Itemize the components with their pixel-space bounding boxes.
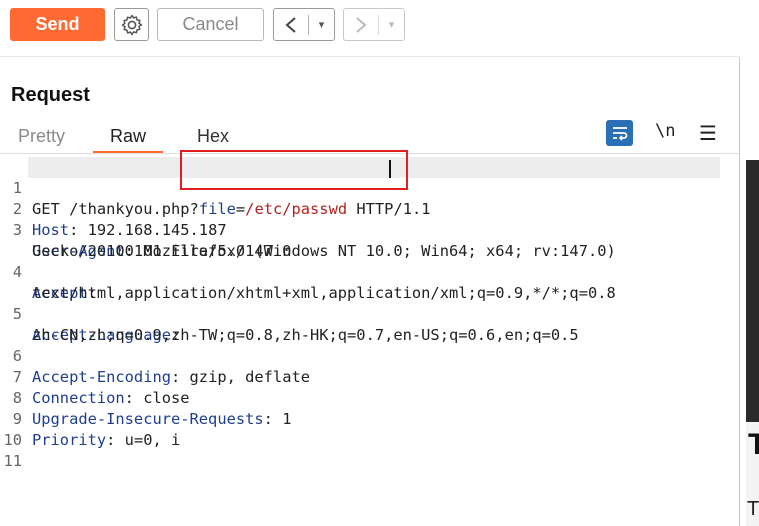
panel-splitter[interactable] (739, 57, 740, 526)
show-newlines-toggle[interactable]: \n (655, 121, 675, 141)
send-button[interactable]: Send (10, 8, 105, 41)
editor-line: 11 (0, 430, 739, 470)
editor-line: 4 Accept: (0, 241, 739, 302)
editor-line-wrapped: Gecko/20100101 Firefox/147.0 (0, 220, 739, 260)
cancel-button[interactable]: Cancel (157, 8, 264, 41)
menu-icon[interactable]: ☰ (699, 121, 717, 146)
back-history-dropdown[interactable]: ▾ (309, 18, 334, 31)
chevron-left-icon (285, 16, 296, 33)
forward-nav-group: ▾ (343, 8, 405, 41)
editor-line: 9 Priority: u=0, i (0, 388, 739, 449)
editor-line: 6 Accept-Encoding: gzip, deflate (0, 325, 739, 386)
annotation-highlight-box (180, 150, 408, 190)
settings-button[interactable] (114, 8, 149, 41)
editor-line: 3 User-Agent: Mozilla/5.0 (Windows NT 10… (0, 199, 739, 260)
tab-raw[interactable]: Raw (93, 124, 163, 154)
editor-line-wrapped: text/html,application/xhtml+xml,applicat… (0, 262, 739, 302)
editor-line: 8 Upgrade-Insecure-Requests: 1 (0, 367, 739, 428)
chevron-right-icon (356, 16, 367, 33)
back-nav-group: ▾ (273, 8, 335, 41)
adjacent-pane-heading-fragment: T (748, 428, 759, 461)
raw-request-editor[interactable]: 1 GET /thankyou.php?file=/etc/passwd HTT… (0, 157, 739, 526)
toolbar: Send Cancel ▾ ▾ (0, 0, 759, 52)
request-panel-title: Request (11, 84, 90, 106)
back-button[interactable] (274, 15, 308, 35)
forward-button[interactable] (344, 15, 378, 35)
adjacent-pane-dark-region (746, 160, 759, 422)
tab-pretty[interactable]: Pretty (18, 124, 65, 154)
editor-line: 10 (0, 409, 739, 449)
editor-line: 7 Connection: close (0, 346, 739, 407)
word-wrap-icon[interactable] (606, 120, 633, 146)
editor-line: 5 Accept-Language: (0, 283, 739, 344)
editor-line-wrapped: zh-CN,zh;q=0.9,zh-TW;q=0.8,zh-HK;q=0.7,e… (0, 304, 739, 344)
adjacent-pane-text-fragment: T (747, 498, 759, 520)
gear-icon (121, 14, 142, 35)
toolbar-divider (0, 56, 739, 57)
line-number: 11 (3, 452, 22, 470)
forward-history-dropdown[interactable]: ▾ (379, 18, 404, 31)
